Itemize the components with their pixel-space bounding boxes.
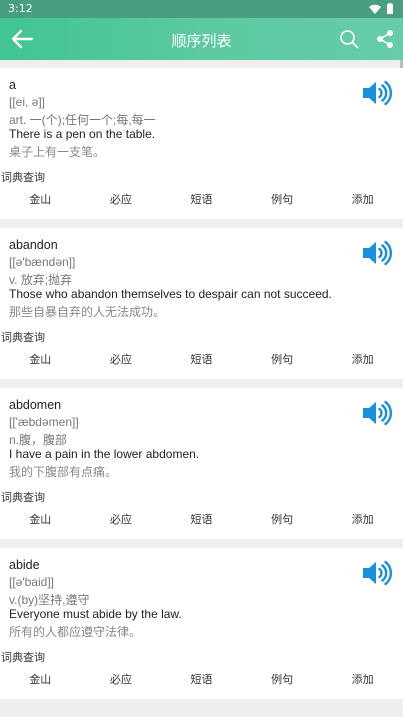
action-bar: 金山 必应 短语 例句 添加 bbox=[0, 186, 403, 214]
definition: v.(by)坚持,遵守 bbox=[9, 593, 90, 607]
search-icon[interactable] bbox=[339, 29, 359, 49]
bing-button[interactable]: 必应 bbox=[81, 186, 162, 214]
battery-icon bbox=[387, 3, 393, 14]
example-english: Those who abandon themselves to despair … bbox=[9, 287, 332, 301]
definition: art. 一(个);任何一个;每,每一 bbox=[9, 113, 156, 127]
action-bar: 金山 必应 短语 例句 添加 bbox=[0, 346, 403, 374]
examples-button[interactable]: 例句 bbox=[242, 186, 323, 214]
jinshan-button[interactable]: 金山 bbox=[0, 346, 81, 374]
add-button[interactable]: 添加 bbox=[322, 666, 403, 694]
bing-button[interactable]: 必应 bbox=[81, 346, 162, 374]
system-icons bbox=[369, 3, 393, 14]
word-card[interactable]: abide [[ə'baid]] v.(by)坚持,遵守 Everyone mu… bbox=[0, 548, 403, 699]
definition: v. 放弃;抛弃 bbox=[9, 273, 73, 287]
phonetic: [['æbdəmen]] bbox=[9, 415, 79, 429]
jinshan-button[interactable]: 金山 bbox=[0, 186, 81, 214]
dictionary-lookup-label: 词典查询 bbox=[1, 492, 45, 504]
definition: n.腹，腹部 bbox=[9, 433, 68, 447]
phonetic: [[ə'bændən]] bbox=[9, 255, 76, 269]
example-chinese: 所有的人都应遵守法律。 bbox=[9, 625, 142, 639]
status-time: 3:12 bbox=[8, 2, 33, 15]
example-english: I have a pain in the lower abdomen. bbox=[9, 447, 200, 461]
phrases-button[interactable]: 短语 bbox=[161, 666, 242, 694]
bing-button[interactable]: 必应 bbox=[81, 666, 162, 694]
status-bar: 3:12 bbox=[0, 0, 403, 18]
add-button[interactable]: 添加 bbox=[322, 506, 403, 534]
jinshan-button[interactable]: 金山 bbox=[0, 666, 81, 694]
dictionary-lookup-label: 词典查询 bbox=[1, 652, 45, 664]
bing-button[interactable]: 必应 bbox=[81, 506, 162, 534]
phonetic: [[ə'baid]] bbox=[9, 575, 54, 589]
action-bar: 金山 必应 短语 例句 添加 bbox=[0, 506, 403, 534]
phonetic: [[ei, ə]] bbox=[9, 95, 46, 109]
jinshan-button[interactable]: 金山 bbox=[0, 506, 81, 534]
word-text: abandon bbox=[9, 238, 58, 252]
dictionary-lookup-label: 词典查询 bbox=[1, 332, 45, 344]
phrases-button[interactable]: 短语 bbox=[161, 346, 242, 374]
speaker-icon[interactable] bbox=[362, 240, 392, 266]
examples-button[interactable]: 例句 bbox=[242, 666, 323, 694]
word-card[interactable]: a [[ei, ə]] art. 一(个);任何一个;每,每一 There is… bbox=[0, 68, 403, 219]
example-chinese: 那些自暴自弃的人无法成功。 bbox=[9, 305, 166, 319]
examples-button[interactable]: 例句 bbox=[242, 506, 323, 534]
speaker-icon[interactable] bbox=[362, 80, 392, 106]
action-bar: 金山 必应 短语 例句 添加 bbox=[0, 666, 403, 694]
word-text: abide bbox=[9, 558, 40, 572]
add-button[interactable]: 添加 bbox=[322, 346, 403, 374]
phrases-button[interactable]: 短语 bbox=[161, 186, 242, 214]
example-english: There is a pen on the table. bbox=[9, 127, 156, 141]
wifi-icon bbox=[369, 4, 381, 14]
app-toolbar: 顺序列表 bbox=[0, 18, 403, 60]
phrases-button[interactable]: 短语 bbox=[161, 506, 242, 534]
word-card[interactable]: abdomen [['æbdəmen]] n.腹，腹部 I have a pai… bbox=[0, 388, 403, 539]
speaker-icon[interactable] bbox=[362, 560, 392, 586]
word-card[interactable]: abandon [[ə'bændən]] v. 放弃;抛弃 Those who … bbox=[0, 228, 403, 379]
examples-button[interactable]: 例句 bbox=[242, 346, 323, 374]
dictionary-lookup-label: 词典查询 bbox=[1, 172, 45, 184]
example-chinese: 桌子上有一支笔。 bbox=[9, 145, 106, 159]
example-english: Everyone must abide by the law. bbox=[9, 607, 182, 621]
add-button[interactable]: 添加 bbox=[322, 186, 403, 214]
word-text: abdomen bbox=[9, 398, 62, 412]
speaker-icon[interactable] bbox=[362, 400, 392, 426]
word-text: a bbox=[9, 78, 16, 92]
share-icon[interactable] bbox=[376, 29, 394, 49]
example-chinese: 我的下腹部有点痛。 bbox=[9, 465, 118, 479]
